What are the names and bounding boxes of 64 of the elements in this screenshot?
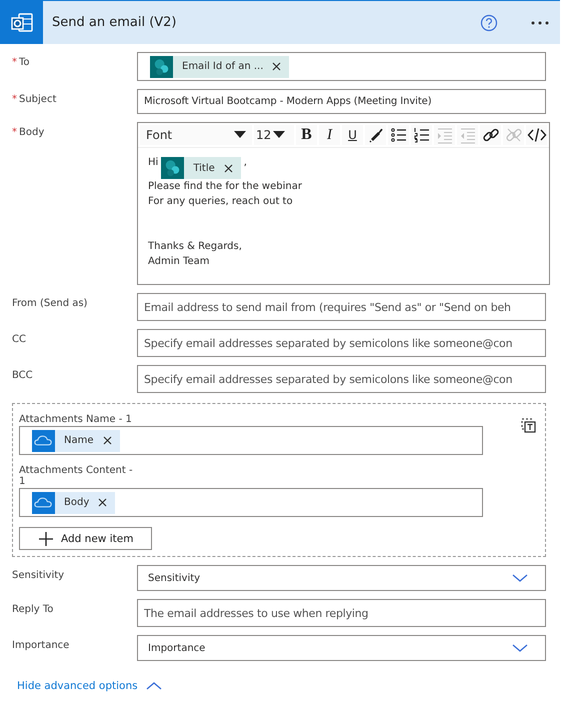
token-chip[interactable]: Body	[32, 492, 116, 514]
body-text: ,	[244, 157, 247, 168]
field-label: From (Send as)	[12, 298, 88, 309]
remove-icon[interactable]	[272, 62, 282, 71]
advanced-options-link[interactable]: Hide advanced options	[17, 680, 162, 692]
required-mark: *	[12, 127, 17, 138]
chevron-down-icon	[512, 643, 528, 653]
field-label: Subject	[19, 94, 56, 105]
more-options-icon[interactable]	[530, 20, 550, 26]
body-text: Thanks & Regards,	[148, 241, 242, 252]
body-text: Please find the for the webinar	[148, 181, 302, 192]
token-chip[interactable]: Email Id of an ...	[150, 56, 290, 78]
field-label: Sensitivity	[12, 570, 64, 581]
remove-icon[interactable]	[102, 436, 112, 445]
add-item-button[interactable]: Add new item	[19, 527, 152, 550]
field-label: To	[19, 57, 30, 68]
sharepoint-icon	[161, 157, 184, 179]
font-dropdown[interactable]: Font	[140, 125, 252, 145]
caret-icon	[234, 131, 246, 139]
token-chip[interactable]: Name	[32, 430, 120, 452]
field-label: CC	[12, 334, 26, 345]
link-icon[interactable]	[482, 126, 500, 144]
chevron-up-icon	[146, 681, 162, 691]
rich-text-editor[interactable]: Font 12 B I U Hi Title , Please find the for the webinar For any queries, reach out to Thanks & Regards, Admin Team	[137, 122, 550, 285]
sharepoint-icon	[150, 56, 173, 78]
bold-button[interactable]: B	[296, 125, 317, 145]
input-field[interactable]: Email address to send mail from (requires "Send as" or "Send on beh	[137, 293, 546, 321]
underline-button[interactable]: U	[342, 125, 363, 145]
bulleted-list-icon[interactable]	[390, 126, 408, 144]
input-field[interactable]: The email addresses to use when replying	[137, 599, 546, 627]
cloud-icon	[32, 430, 55, 452]
field-label: BCC	[12, 370, 33, 381]
caret-icon	[273, 131, 286, 139]
remove-icon[interactable]	[224, 164, 233, 172]
code-view-icon[interactable]	[526, 126, 546, 144]
token-chip[interactable]: Title	[161, 157, 241, 179]
input-field[interactable]: Specify email addresses separated by semicolons like someone@con	[137, 365, 546, 393]
field-label: Attachments Name - 1	[19, 414, 133, 425]
numbered-list-icon[interactable]	[412, 126, 430, 144]
italic-button[interactable]: I	[319, 125, 340, 145]
cloud-icon	[32, 492, 55, 514]
dropdown[interactable]: Importance	[137, 635, 546, 661]
required-mark: *	[12, 94, 17, 105]
field-label: Attachments Content - 1	[19, 465, 134, 487]
subject-field[interactable]: Microsoft Virtual Bootcamp - Modern Apps (Meeting Invite)	[137, 89, 546, 114]
help-icon[interactable]	[480, 14, 498, 32]
remove-icon[interactable]	[98, 498, 108, 507]
field-label: Importance	[12, 640, 70, 651]
to-field[interactable]: Email Id of an ...	[137, 52, 546, 81]
body-text: Hi	[148, 157, 158, 168]
required-mark: *	[12, 57, 17, 68]
body-text: Admin Team	[148, 256, 210, 267]
dropdown[interactable]: Sensitivity	[137, 565, 546, 591]
field-label: Reply To	[12, 604, 54, 615]
font-size-dropdown[interactable]: 12	[254, 125, 294, 145]
text-box-icon[interactable]	[519, 416, 537, 434]
token-field[interactable]: Name	[19, 426, 483, 455]
token-field[interactable]: Body	[19, 488, 483, 517]
body-text: For any queries, reach out to	[148, 196, 293, 207]
input-field[interactable]: Specify email addresses separated by semicolons like someone@con	[137, 329, 546, 357]
plus-icon	[38, 530, 54, 546]
chevron-down-icon	[512, 573, 528, 583]
field-label: Body	[19, 127, 44, 138]
action-title: Send an email (V2)	[52, 15, 178, 30]
